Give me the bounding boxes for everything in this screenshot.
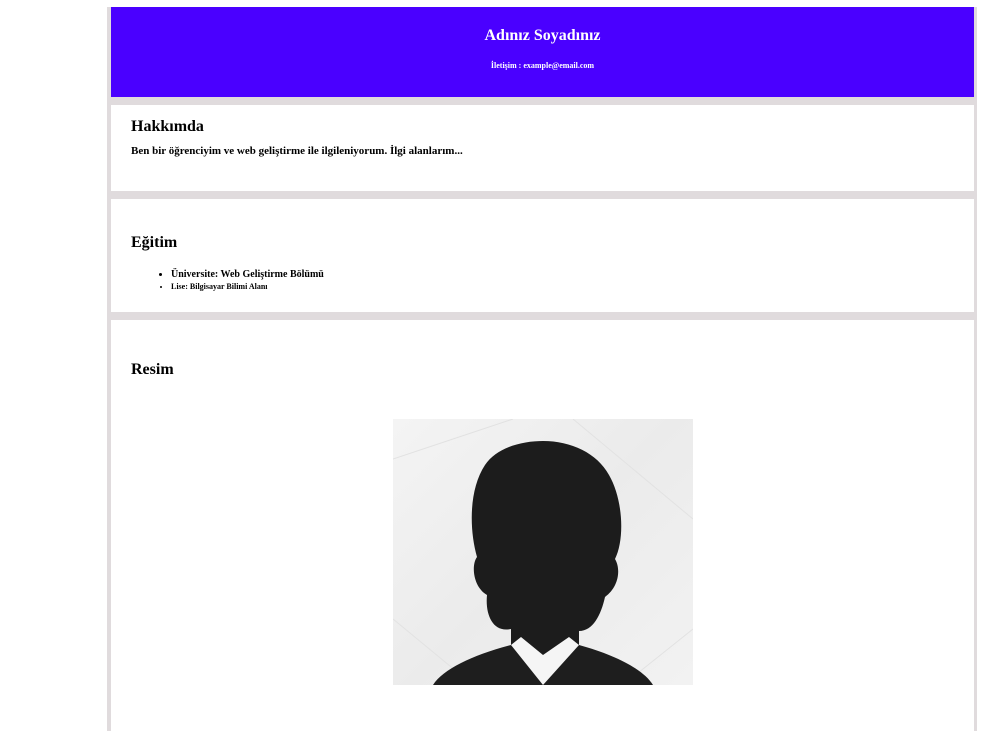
about-text: Ben bir öğrenciyim ve web geliştirme ile… bbox=[131, 145, 463, 157]
image-title: Resim bbox=[131, 361, 174, 378]
education-list: Üniversite: Web Geliştirme Bölümü Lise: … bbox=[131, 269, 324, 293]
list-item: Lise: Bilgisayar Bilimi Alanı bbox=[171, 281, 324, 293]
image-section: Resim bbox=[111, 320, 974, 731]
profile-header: Adınız Soyadınız İletişim : example@emai… bbox=[111, 7, 974, 97]
person-silhouette-icon bbox=[393, 419, 693, 685]
profile-name: Adınız Soyadınız bbox=[484, 27, 601, 44]
about-title: Hakkımda bbox=[131, 118, 204, 135]
about-section: Hakkımda Ben bir öğrenciyim ve web geliş… bbox=[111, 105, 974, 191]
education-section: Eğitim Üniversite: Web Geliştirme Bölümü… bbox=[111, 199, 974, 312]
education-title: Eğitim bbox=[131, 234, 178, 251]
page-container: Adınız Soyadınız İletişim : example@emai… bbox=[107, 7, 977, 731]
list-item: Üniversite: Web Geliştirme Bölümü bbox=[171, 269, 324, 281]
profile-photo bbox=[393, 419, 693, 685]
contact-info: İletişim : example@email.com bbox=[490, 61, 595, 70]
